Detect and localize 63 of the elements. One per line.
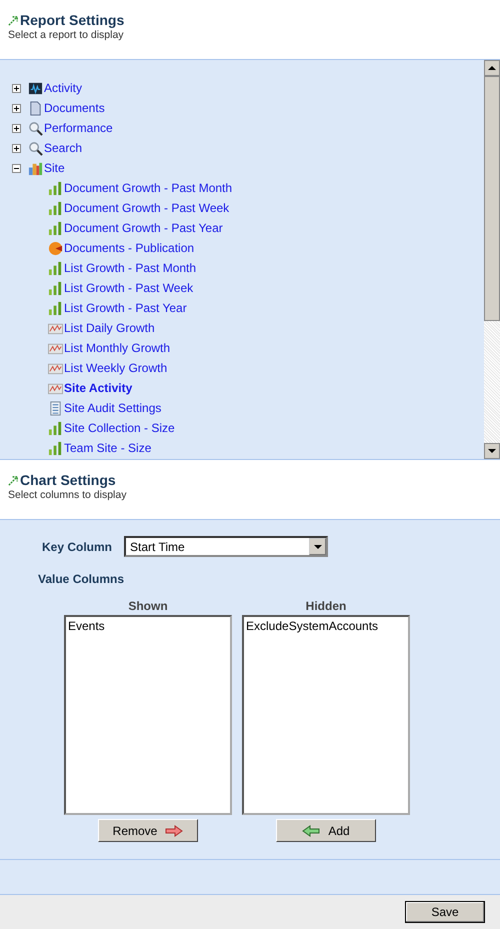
expand-toggle[interactable] xyxy=(12,144,21,152)
tree-item[interactable]: Site Activity xyxy=(64,381,132,395)
scrollbar[interactable] xyxy=(484,60,500,459)
arrow-icon xyxy=(8,474,19,486)
monitor-icon xyxy=(28,80,43,96)
magnifier-icon xyxy=(28,120,43,136)
up-arrow-icon[interactable] xyxy=(488,64,496,72)
bar-chart-icon xyxy=(48,180,63,196)
save-button[interactable]: Save xyxy=(405,901,485,923)
bar-chart-icon xyxy=(48,300,63,316)
shown-list[interactable]: Events xyxy=(64,615,232,815)
tree-item[interactable]: Document Growth - Past Week xyxy=(64,201,230,215)
tree-item[interactable]: Document Growth - Past Year xyxy=(64,221,223,235)
right-arrow-icon xyxy=(165,824,184,836)
bar-chart-icon xyxy=(48,440,63,456)
list-option[interactable]: ExcludeSystemAccounts xyxy=(246,619,406,633)
document-icon xyxy=(28,100,43,116)
tree-item[interactable]: Activity xyxy=(44,81,82,95)
tree-item[interactable]: List Weekly Growth xyxy=(64,361,168,375)
tree-item[interactable]: List Growth - Past Month xyxy=(64,261,196,275)
pie-chart-icon xyxy=(48,240,63,256)
key-column-dropdown[interactable]: Start Time xyxy=(124,536,328,557)
collapse-toggle[interactable] xyxy=(12,164,21,172)
bar-chart-icon xyxy=(48,260,63,276)
tree-item[interactable]: Documents - Publication xyxy=(64,241,194,255)
section-title: Chart Settings xyxy=(20,472,116,488)
list-heading: Shown xyxy=(128,599,168,615)
hidden-list[interactable]: ExcludeSystemAccounts xyxy=(242,615,410,815)
list-option[interactable]: Events xyxy=(68,619,228,633)
expand-toggle[interactable] xyxy=(12,104,21,112)
section-title: Report Settings xyxy=(20,12,124,28)
blocks-icon xyxy=(28,160,43,176)
tree-item[interactable]: Document Growth - Past Month xyxy=(64,181,232,195)
expand-toggle[interactable] xyxy=(12,124,21,132)
arrow-icon xyxy=(8,14,19,26)
expand-toggle[interactable] xyxy=(12,84,21,92)
tree-item[interactable]: Site Audit Settings xyxy=(64,401,162,415)
tree-item[interactable]: List Monthly Growth xyxy=(64,341,170,355)
list-icon xyxy=(48,400,63,416)
bar-chart-icon xyxy=(48,220,63,236)
section-subtitle: Select columns to display xyxy=(8,489,128,501)
magnifier-icon xyxy=(28,140,43,156)
down-arrow-icon[interactable] xyxy=(488,447,496,455)
add-button[interactable]: Add xyxy=(276,819,376,842)
remove-button[interactable]: Remove xyxy=(98,819,198,842)
section-subtitle: Select a report to display xyxy=(8,29,125,41)
bar-chart-icon xyxy=(48,200,63,216)
tree-item[interactable]: List Daily Growth xyxy=(64,321,155,335)
tree-item[interactable]: Site Collection - Size xyxy=(64,421,175,435)
tree-item[interactable]: List Growth - Past Week xyxy=(64,281,194,295)
tree-item[interactable]: List Growth - Past Year xyxy=(64,301,187,315)
tree-item[interactable]: Team Site - Size xyxy=(64,441,152,455)
field-label: Value Columns xyxy=(38,572,126,586)
tree-item[interactable]: Documents xyxy=(44,101,105,115)
field-label: Key Column xyxy=(40,540,113,554)
tree-item[interactable]: Site xyxy=(44,161,65,175)
bar-chart-icon xyxy=(48,280,63,296)
tree-item[interactable]: Search xyxy=(44,141,82,155)
list-heading: Hidden xyxy=(306,599,346,615)
dropdown-arrow-icon[interactable] xyxy=(314,542,322,550)
bar-chart-icon xyxy=(48,420,63,436)
left-arrow-icon xyxy=(302,824,320,836)
tree-item[interactable]: Performance xyxy=(44,121,113,135)
